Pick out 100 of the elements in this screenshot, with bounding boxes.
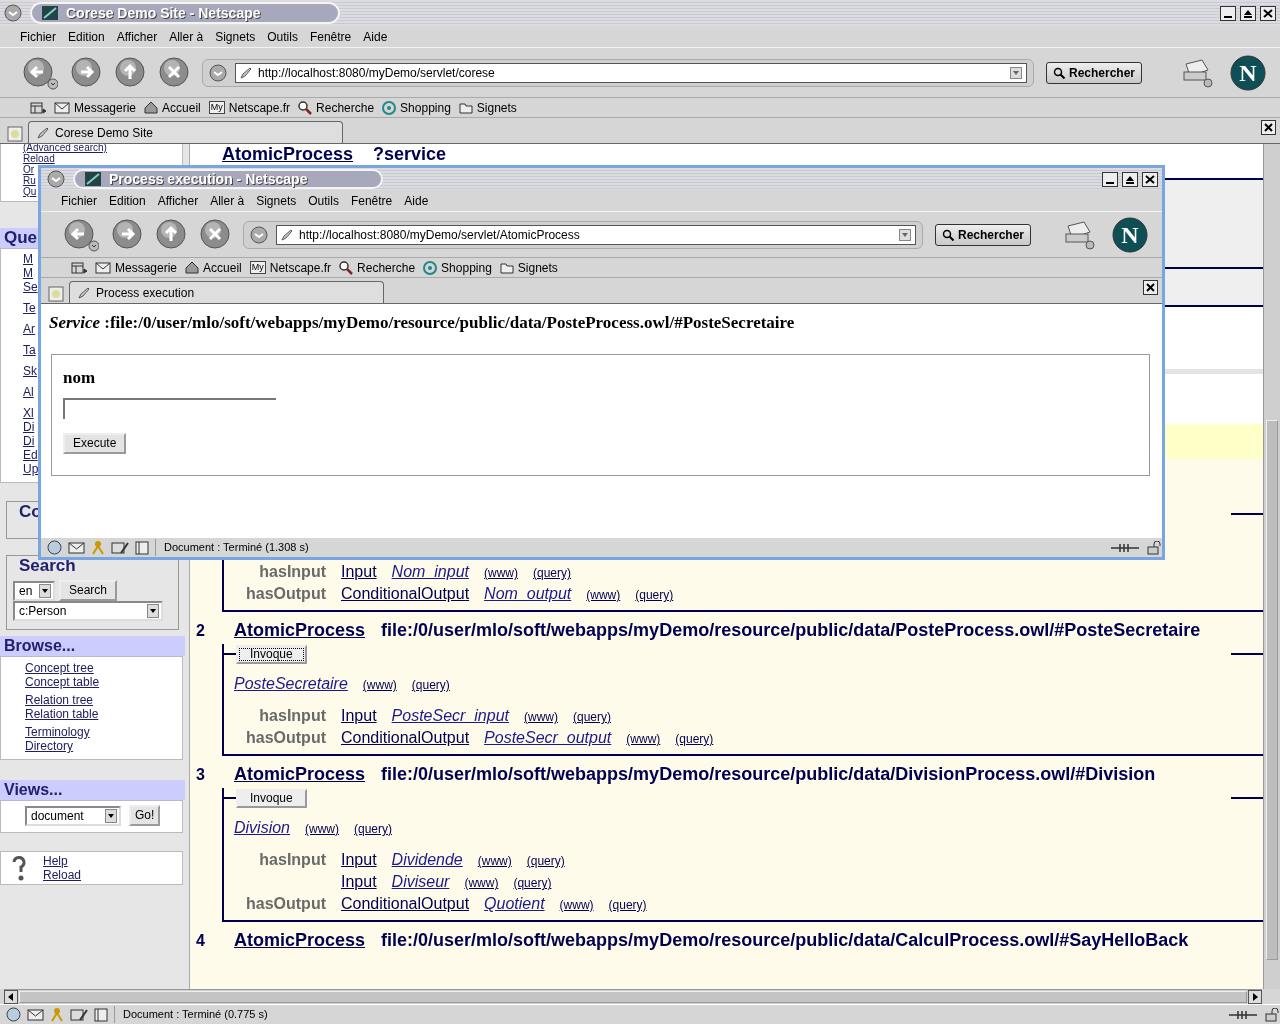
concept-select[interactable]: c:Person bbox=[13, 601, 163, 621]
bookmark-link[interactable]: Signets bbox=[499, 258, 558, 277]
resource-link[interactable]: PosteSecr_output bbox=[484, 726, 612, 750]
query-link[interactable]: (query) bbox=[573, 708, 611, 726]
sidebar-link[interactable]: Xl bbox=[23, 406, 34, 420]
printer-icon[interactable] bbox=[1062, 219, 1096, 250]
menu-item[interactable]: Aller à bbox=[163, 27, 210, 46]
resource-link[interactable]: Nom_input bbox=[391, 560, 469, 584]
www-link[interactable]: (www) bbox=[559, 896, 594, 914]
forward-button[interactable] bbox=[111, 217, 143, 252]
sidebar-link[interactable]: Up bbox=[23, 462, 39, 476]
bookmark-link[interactable]: Accueil bbox=[144, 98, 201, 117]
www-link[interactable]: (www) bbox=[483, 564, 518, 582]
resource-link[interactable]: Quotient bbox=[484, 892, 545, 916]
class-link[interactable]: Input bbox=[341, 848, 377, 872]
close-icon[interactable] bbox=[1260, 5, 1276, 21]
query-link[interactable]: (query) bbox=[675, 730, 714, 748]
menu-item[interactable]: Afficher bbox=[110, 27, 164, 46]
execute-button[interactable]: Execute bbox=[63, 433, 127, 454]
www-link[interactable]: (www) bbox=[464, 874, 499, 892]
netscape-logo[interactable]: N bbox=[1230, 54, 1266, 91]
scrollbar-thumb[interactable] bbox=[1266, 420, 1278, 960]
url-field[interactable]: http://localhost:8080/myDemo/servlet/corese bbox=[235, 62, 1027, 83]
bookmark-link[interactable]: Signets bbox=[458, 98, 517, 117]
up-button[interactable] bbox=[114, 55, 146, 90]
www-link[interactable]: (www) bbox=[626, 730, 661, 748]
sidebar-link[interactable]: Relation table bbox=[25, 707, 99, 721]
page-tab[interactable]: Corese Demo Site bbox=[28, 121, 343, 143]
class-link[interactable]: Input bbox=[341, 704, 377, 728]
resource-link[interactable]: Nom_output bbox=[484, 582, 572, 606]
sidebar-link[interactable]: Sk bbox=[23, 364, 37, 378]
globe-icon[interactable] bbox=[47, 540, 62, 555]
query-link[interactable]: (query) bbox=[354, 820, 393, 838]
bookmark-link[interactable]: Messagerie bbox=[54, 98, 137, 117]
www-link[interactable]: (www) bbox=[305, 820, 339, 838]
sidebar-link[interactable]: Ed bbox=[23, 448, 38, 462]
sidebar-link[interactable]: Di bbox=[23, 420, 35, 434]
view-select[interactable]: document bbox=[25, 805, 121, 826]
query-link[interactable]: (query) bbox=[526, 852, 565, 870]
menu-item[interactable]: Edition bbox=[103, 191, 152, 210]
netscape-logo[interactable]: N bbox=[1112, 216, 1148, 253]
www-link[interactable]: (www) bbox=[586, 586, 621, 604]
scrollbar-thumb[interactable] bbox=[19, 991, 1247, 1003]
envelope-icon[interactable] bbox=[68, 541, 85, 554]
search-button[interactable]: Rechercher bbox=[935, 223, 1032, 246]
query-link[interactable]: (query) bbox=[532, 564, 571, 582]
stop-button[interactable] bbox=[199, 217, 231, 252]
sidebar-link[interactable]: Te bbox=[23, 301, 36, 315]
class-link[interactable]: ConditionalOutput bbox=[341, 892, 470, 916]
www-link[interactable]: (www) bbox=[524, 708, 558, 726]
menu-item[interactable]: Aide bbox=[398, 191, 435, 210]
search-button[interactable]: Rechercher bbox=[1046, 61, 1143, 84]
process-link[interactable]: AtomicProcess bbox=[222, 144, 354, 164]
query-link[interactable]: (query) bbox=[635, 586, 674, 604]
sidebar-link[interactable]: Ar bbox=[23, 322, 35, 336]
history-icon[interactable] bbox=[209, 63, 227, 82]
query-link[interactable]: (query) bbox=[608, 896, 647, 914]
language-select[interactable]: en bbox=[13, 580, 55, 601]
menu-item[interactable]: Fenêtre bbox=[344, 191, 399, 210]
window-menu-icon[interactable] bbox=[47, 170, 65, 188]
www-link[interactable]: (www) bbox=[362, 676, 397, 694]
class-link[interactable]: ConditionalOutput bbox=[341, 582, 470, 606]
forward-button[interactable] bbox=[70, 55, 102, 90]
up-button[interactable] bbox=[155, 217, 187, 252]
composer-icon[interactable] bbox=[111, 540, 129, 555]
bookmark-link[interactable]: Messagerie bbox=[95, 258, 178, 277]
close-tab-icon[interactable] bbox=[1261, 120, 1276, 136]
menu-item[interactable]: Signets bbox=[250, 191, 303, 210]
sidebar-link[interactable]: Concept table bbox=[25, 675, 100, 689]
menu-item[interactable]: Outils bbox=[261, 27, 304, 46]
bookmark-link[interactable]: My Netscape.fr bbox=[208, 98, 291, 117]
bookmark-link[interactable]: My Netscape.fr bbox=[249, 258, 332, 277]
sidebar-link[interactable]: Se bbox=[23, 280, 38, 294]
dropdown-icon[interactable] bbox=[1010, 66, 1022, 79]
page-tab[interactable]: Process execution bbox=[69, 281, 384, 303]
class-link[interactable]: Input bbox=[341, 560, 377, 584]
window-menu-icon[interactable] bbox=[4, 4, 22, 22]
sidebar-link[interactable]: Concept tree bbox=[25, 661, 94, 675]
menu-item[interactable]: Aller à bbox=[204, 191, 251, 210]
address-book-icon[interactable] bbox=[135, 540, 149, 555]
bookmark-link[interactable]: Recherche bbox=[339, 258, 416, 277]
invoke-button[interactable]: Invoque bbox=[236, 644, 307, 664]
process-link[interactable]: AtomicProcess bbox=[234, 617, 366, 644]
scroll-right-icon[interactable] bbox=[1248, 990, 1262, 1004]
resource-link[interactable]: Division bbox=[234, 816, 290, 840]
sidebar-link[interactable]: Ta bbox=[23, 343, 36, 357]
back-button[interactable] bbox=[22, 55, 58, 90]
sidebar-link[interactable]: Al bbox=[23, 385, 34, 399]
bookmark-link[interactable]: Shopping bbox=[382, 98, 451, 117]
address-book-icon[interactable] bbox=[94, 1007, 108, 1022]
sidebar-icon[interactable] bbox=[71, 261, 87, 274]
menu-item[interactable]: Afficher bbox=[151, 191, 205, 210]
query-link[interactable]: (query) bbox=[513, 874, 552, 892]
invoke-button[interactable]: Invoque bbox=[236, 788, 307, 808]
close-icon[interactable] bbox=[1142, 171, 1158, 187]
menu-item[interactable]: Aide bbox=[357, 27, 394, 46]
class-link[interactable]: Input bbox=[341, 870, 377, 894]
menu-item[interactable]: Fichier bbox=[55, 191, 103, 210]
search-button[interactable]: Search bbox=[59, 580, 118, 601]
resource-link[interactable]: Diviseur bbox=[391, 870, 450, 894]
